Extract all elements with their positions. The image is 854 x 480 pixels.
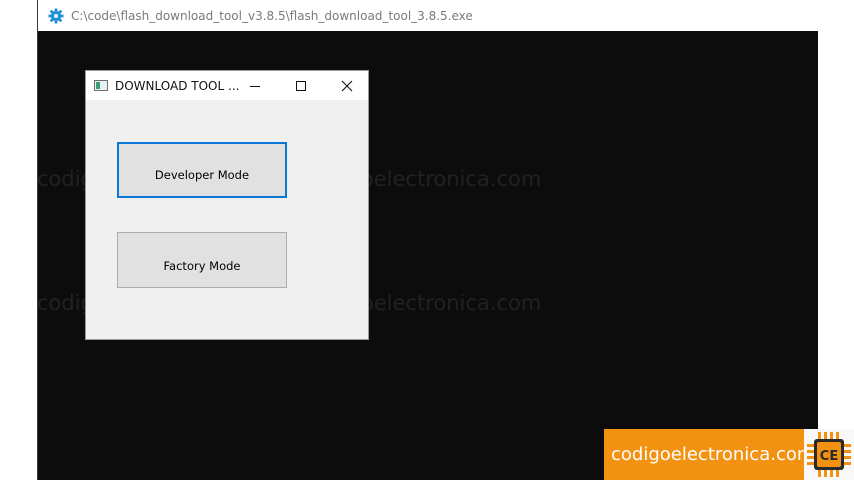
brand-banner[interactable]: codigoelectronica.com CE bbox=[604, 429, 854, 480]
minimize-button[interactable] bbox=[232, 71, 278, 100]
factory-mode-button[interactable]: Factory Mode bbox=[117, 232, 287, 288]
brand-logo-icon: CE bbox=[804, 429, 854, 480]
app-icon bbox=[94, 80, 108, 91]
developer-mode-button[interactable]: Developer Mode bbox=[117, 142, 287, 198]
brand-text: codigoelectronica.com bbox=[611, 444, 815, 465]
console-title: C:\code\flash_download_tool_v3.8.5\flash… bbox=[71, 8, 473, 23]
dialog-title: DOWNLOAD TOOL ... bbox=[115, 78, 240, 93]
console-titlebar[interactable]: C:\code\flash_download_tool_v3.8.5\flash… bbox=[38, 0, 818, 31]
dialog-titlebar[interactable]: DOWNLOAD TOOL ... bbox=[86, 71, 368, 100]
minimize-icon bbox=[250, 85, 260, 87]
brand-logo-text: CE bbox=[820, 449, 838, 464]
close-icon bbox=[341, 80, 353, 91]
download-tool-dialog: DOWNLOAD TOOL ... Developer Mode Factory… bbox=[85, 70, 369, 340]
gear-icon bbox=[47, 7, 65, 25]
maximize-icon bbox=[296, 80, 306, 91]
maximize-button[interactable] bbox=[278, 71, 324, 100]
close-button[interactable] bbox=[324, 71, 370, 100]
